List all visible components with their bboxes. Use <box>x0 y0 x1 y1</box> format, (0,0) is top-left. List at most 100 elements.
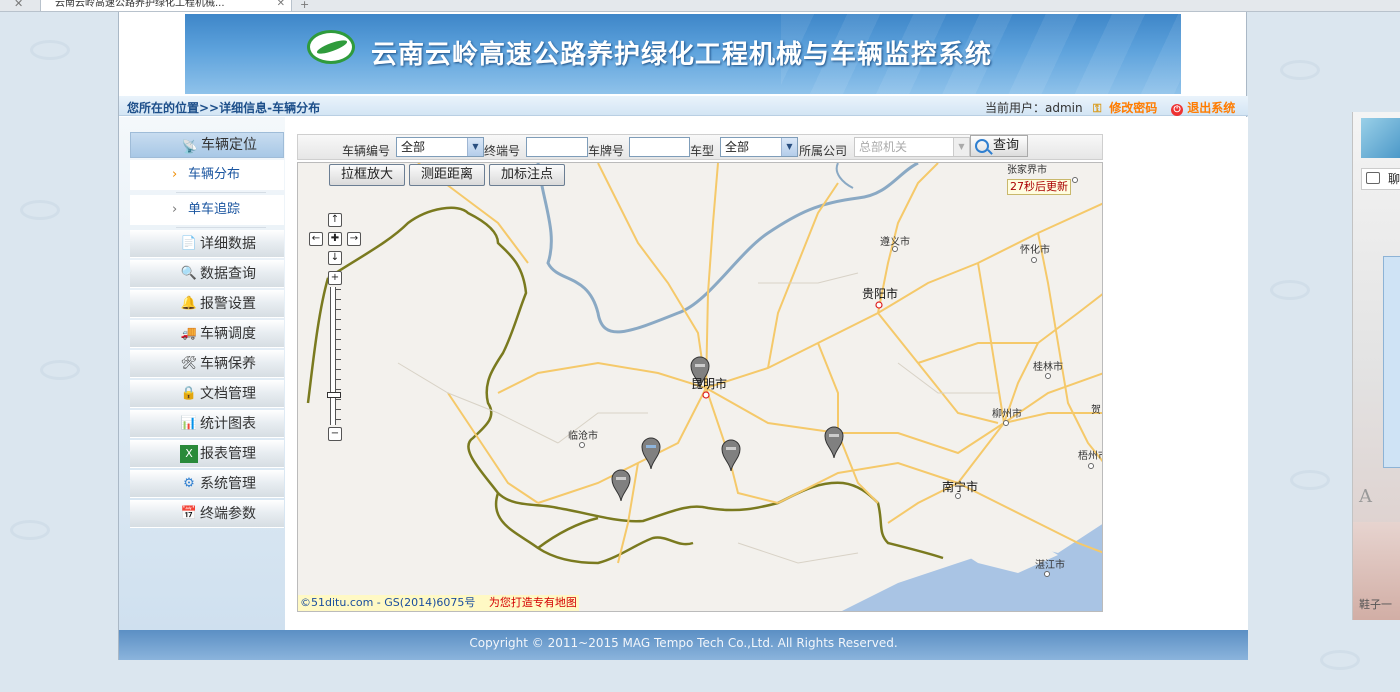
box-zoom-button[interactable]: 拉框放大 <box>329 164 405 186</box>
watermark-icon <box>30 40 70 60</box>
company-select[interactable]: 总部机关 ▼ <box>854 137 970 157</box>
sidebar-item-label: 数据查询 <box>200 266 256 282</box>
side-window: 聊 A 鞋子一 <box>1352 112 1400 620</box>
chat-label: 聊 <box>1388 172 1400 186</box>
sidebar-item-alarm-settings[interactable]: 🔔 报警设置 <box>130 290 284 318</box>
sidebar-item-label: 终端参数 <box>200 506 256 522</box>
city-label: 湛江市 <box>1035 560 1065 571</box>
vehicle-marker[interactable] <box>641 436 661 470</box>
sidebar-item-document-management[interactable]: 🔒 文档管理 <box>130 380 284 408</box>
pan-center-icon[interactable]: ✚ <box>328 232 342 246</box>
power-icon: ⏻ <box>1171 104 1183 116</box>
header-banner: 云南云岭高速公路养护绿化工程机械与车辆监控系统 <box>185 14 1181 94</box>
query-button-label: 查询 <box>993 138 1020 153</box>
zoom-in-icon[interactable]: + <box>328 271 342 285</box>
map-slogan[interactable]: 为您打造专有地图 <box>489 596 577 609</box>
document-icon: 📄 <box>180 236 198 251</box>
vehicle-no-select[interactable]: 全部 ▼ <box>396 137 484 157</box>
vehicle-marker[interactable] <box>721 438 741 472</box>
vehicle-marker[interactable] <box>611 468 631 502</box>
map-view[interactable]: 张家界市 遵义市 怀化市 贵阳市 昆明市 桂林市 临沧市 柳州市 贺 梧州市 南… <box>297 162 1103 612</box>
type-label: 车型 <box>690 144 715 158</box>
change-password-link[interactable]: ⚿ 修改密码 <box>1093 99 1157 116</box>
watermark-icon <box>1320 650 1360 670</box>
app-window: 云南云岭高速公路养护绿化工程机械与车辆监控系统 您所在的位置>>详细信息-车辆分… <box>118 12 1248 660</box>
nested-window <box>1383 256 1400 468</box>
sidebar-item-data-query[interactable]: 🔍 数据查询 <box>130 260 284 288</box>
sidebar-item-label: 文档管理 <box>200 386 256 402</box>
chat-icon <box>1366 172 1380 184</box>
zoom-slider-thumb[interactable] <box>327 392 341 399</box>
content-panel: 车辆编号 全部 ▼ 终端号 车牌号 车型 全部 ▼ 所属公司 总部机关 ▼ 查询… <box>286 117 1248 630</box>
footer-copyright: Copyright © 2011~2015 MAG Tempo Tech Co.… <box>469 636 898 650</box>
company-label: 所属公司 <box>799 144 848 158</box>
city-label: 昆明市 <box>691 377 728 391</box>
browser-tab[interactable]: 云南云岭高速公路养护绿化工程机械... ✕ <box>40 0 292 12</box>
sidebar-group-vehicle-location[interactable]: 📡 车辆定位 <box>130 132 284 158</box>
system-title: 云南云岭高速公路养护绿化工程机械与车辆监控系统 <box>371 40 993 70</box>
sidebar-item-vehicle-dispatch[interactable]: 🚚 车辆调度 <box>130 320 284 348</box>
new-tab-icon[interactable]: + <box>300 0 309 11</box>
zoom-out-icon[interactable]: − <box>328 427 342 441</box>
chevron-down-icon: ▼ <box>781 138 797 156</box>
sidebar-item-single-tracking[interactable]: › 单车追踪 <box>130 195 284 225</box>
footer: Copyright © 2011~2015 MAG Tempo Tech Co.… <box>119 630 1248 660</box>
pan-right-icon[interactable]: → <box>347 232 361 246</box>
search-icon <box>975 139 989 153</box>
city-label: 贺 <box>1091 405 1101 416</box>
sidebar-item-vehicle-distribution[interactable]: › 车辆分布 <box>130 160 284 190</box>
current-user: 当前用户：admin <box>985 101 1083 115</box>
sidebar-item-vehicle-maintenance[interactable]: 🛠 车辆保养 <box>130 350 284 378</box>
pan-left-icon[interactable]: ← <box>309 232 323 246</box>
city-label: 贵阳市 <box>862 287 899 301</box>
logo-icon <box>307 30 355 64</box>
pan-up-icon[interactable]: ↑ <box>328 213 342 227</box>
vehicle-no-label: 车辆编号 <box>342 144 391 158</box>
sidebar-item-terminal-parameters[interactable]: 📅 终端参数 <box>130 500 284 528</box>
logout-label: 退出系统 <box>1187 101 1236 115</box>
sidebar-item-report-management[interactable]: X 报表管理 <box>130 440 284 468</box>
sidebar-item-statistics-charts[interactable]: 📊 统计图表 <box>130 410 284 438</box>
sidebar-item-detail-data[interactable]: 📄 详细数据 <box>130 230 284 258</box>
zoom-control: ↑ ← ✚ → ↓ + − <box>309 213 361 443</box>
query-button[interactable]: 查询 <box>970 135 1028 157</box>
chevron-right-icon: › <box>172 202 178 217</box>
sidebar: 📡 车辆定位 › 车辆分布 › 单车追踪 📄 详细数据 🔍 数据查询 🔔 报警设… <box>119 117 285 630</box>
measure-distance-button[interactable]: 测距距离 <box>409 164 485 186</box>
terminal-no-input[interactable] <box>526 137 588 157</box>
caption-text: 鞋子一 <box>1359 598 1392 611</box>
watermark-icon <box>20 200 60 220</box>
chat-button[interactable]: 聊 <box>1361 168 1400 190</box>
calendar-icon: 📅 <box>180 506 198 521</box>
bar-chart-icon: 📊 <box>180 416 198 431</box>
sidebar-item-label: 报表管理 <box>200 446 256 462</box>
city-label: 南宁市 <box>942 480 979 494</box>
watermark-icon <box>1280 60 1320 80</box>
type-select[interactable]: 全部 ▼ <box>720 137 798 157</box>
add-marker-button[interactable]: 加标注点 <box>489 164 565 186</box>
handshake-icon[interactable] <box>1361 118 1400 158</box>
gear-icon: ⚙ <box>183 476 195 491</box>
terminal-no-label: 终端号 <box>484 144 521 158</box>
close-icon[interactable]: ✕ <box>277 0 285 9</box>
filter-bar: 车辆编号 全部 ▼ 终端号 车牌号 车型 全部 ▼ 所属公司 总部机关 ▼ 查询 <box>297 134 1103 160</box>
city-label: 遵义市 <box>880 237 910 248</box>
city-label: 柳州市 <box>992 409 1022 420</box>
vehicle-marker[interactable] <box>824 425 844 459</box>
city-label: 临沧市 <box>568 431 598 442</box>
close-icon[interactable]: ✕ <box>14 0 23 10</box>
sidebar-item-label: 车辆分布 <box>188 167 241 182</box>
vehicle-no-value: 全部 <box>401 140 426 154</box>
locked-file-icon: 🔒 <box>180 386 198 401</box>
sidebar-item-system-management[interactable]: ⚙ 系统管理 <box>130 470 284 498</box>
location-bar: 您所在的位置>>详细信息-车辆分布 当前用户：admin ⚿ 修改密码 ⏻ 退出… <box>119 96 1248 116</box>
plate-label: 车牌号 <box>588 144 625 158</box>
pan-down-icon[interactable]: ↓ <box>328 251 342 265</box>
sidebar-item-label: 车辆调度 <box>200 326 256 342</box>
logout-link[interactable]: ⏻ 退出系统 <box>1171 99 1235 116</box>
chevron-down-icon: ▼ <box>467 138 483 156</box>
font-icon[interactable]: A <box>1359 486 1372 507</box>
excel-icon: X <box>180 445 198 463</box>
watermark-icon <box>40 360 80 380</box>
plate-input[interactable] <box>629 137 690 157</box>
